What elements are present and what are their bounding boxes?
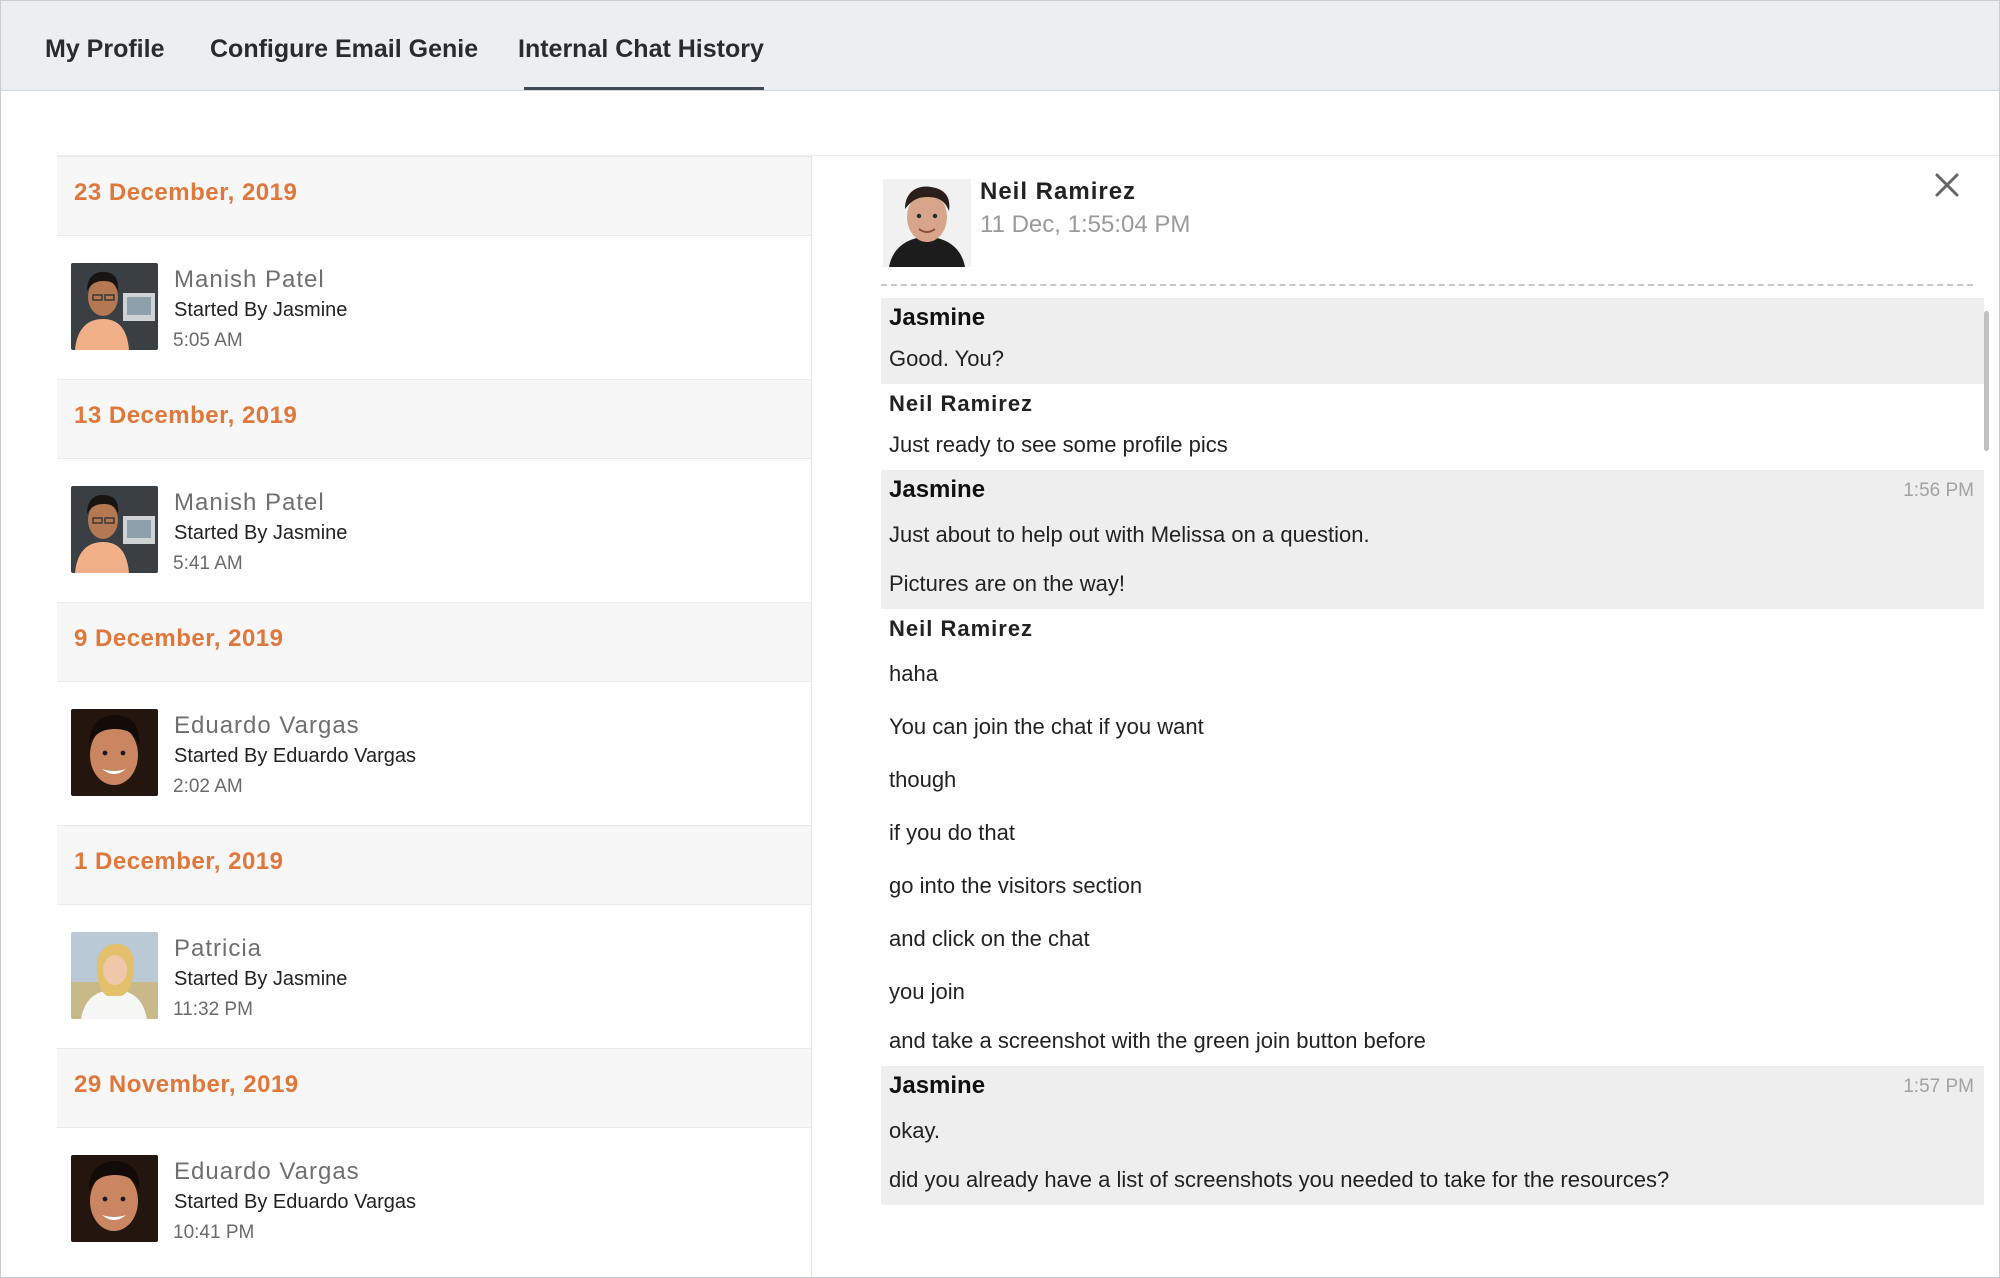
message-sender: Jasmine [889,476,986,503]
neil-avatar-image [883,179,971,267]
chat-started-by: Started By Eduardo Vargas [174,745,416,767]
message-text: if you do that [889,820,1015,845]
app-window: My Profile Configure Email Genie Interna… [0,0,2000,1278]
chat-history-item[interactable]: Patricia Started By Jasmine 11:32 PM [57,905,811,1048]
chat-started-by: Started By Eduardo Vargas [174,1191,416,1213]
message-text: okay. [889,1118,940,1143]
chat-time: 11:32 PM [173,999,253,1020]
tab-my-profile[interactable]: My Profile [45,1,164,90]
date-header: 29 November, 2019 [57,1048,811,1128]
date-label: 9 December, 2019 [74,625,284,652]
tab-bar: My Profile Configure Email Genie Interna… [1,1,1999,91]
avatar [883,179,971,267]
scrollbar-thumb[interactable] [1984,311,1989,451]
message-text: and click on the chat [889,926,1090,951]
left-gutter [1,91,57,1277]
date-label: 23 December, 2019 [74,179,298,206]
message-list: Jasmine Good. You? Neil Ramirez Just ready … [881,298,1984,1205]
tab-configure-email-genie[interactable]: Configure Email Genie [210,1,478,90]
avatar [71,709,158,796]
message-text: though [889,767,957,792]
conversation-start-time: 11 Dec, 1:55:04 PM [980,211,1191,238]
tab-internal-chat-history[interactable]: Internal Chat History [518,1,764,90]
chat-contact-name: Manish Patel [174,489,325,516]
message-text: You can join the chat if you want [889,714,1204,739]
message-sender: Jasmine [889,304,986,331]
message-group: Jasmine 1:56 PM Just about to help out wit… [881,470,1984,609]
message-group: Neil Ramirez Just ready to see some profi… [881,384,1984,470]
message-text: Pictures are on the way! [889,571,1126,596]
manish-avatar-image [71,263,158,350]
message-group: Neil Ramirez haha You can join the chat if… [881,609,1984,1066]
chat-history-item[interactable]: Eduardo Vargas Started By Eduardo Vargas 1… [57,1128,811,1271]
message-timestamp: 1:56 PM [1903,480,1974,501]
chat-contact-name: Eduardo Vargas [174,712,360,739]
message-timestamp: 1:57 PM [1903,1076,1974,1097]
chat-time: 5:05 AM [173,330,243,351]
message-sender: Jasmine [889,1072,986,1099]
message-text: and take a screenshot with the green joi… [889,1028,1426,1053]
patricia-avatar-image [71,932,158,1019]
date-header: 23 December, 2019 [57,156,811,236]
chat-started-by: Started By Jasmine [174,299,348,321]
chat-time: 10:41 PM [173,1222,255,1243]
avatar [71,1155,158,1242]
message-text: haha [889,661,938,686]
eduardo-avatar-image [71,709,158,796]
chat-contact-name: Manish Patel [174,266,325,293]
chat-history-item[interactable]: Manish Patel Started By Jasmine 5:41 AM [57,459,811,602]
chat-contact-name: Eduardo Vargas [174,1158,360,1185]
date-label: 13 December, 2019 [74,402,298,429]
close-icon [1935,173,1959,197]
date-header: 9 December, 2019 [57,602,811,682]
message-group: Jasmine Good. You? [881,298,1984,384]
message-text: you join [889,979,965,1004]
message-text: Good. You? [889,346,1005,371]
date-header: 1 December, 2019 [57,825,811,905]
chat-time: 2:02 AM [173,776,243,797]
eduardo-avatar-image [71,1155,158,1242]
message-text: Just ready to see some profile pics [889,432,1228,457]
message-text: go into the visitors section [889,873,1143,898]
chat-contact-name: Patricia [174,935,263,962]
avatar [71,932,158,1019]
header-divider [881,284,1973,286]
chat-started-by: Started By Jasmine [174,968,348,990]
message-sender: Neil Ramirez [889,391,1034,416]
toolbar-strip [57,91,1999,156]
close-button[interactable] [1930,168,1964,202]
chat-started-by: Started By Jasmine [174,522,348,544]
date-header: 13 December, 2019 [57,379,811,459]
conversation-pane: Neil Ramirez 11 Dec, 1:55:04 PM Jasmine G… [813,156,1999,1277]
avatar [71,486,158,573]
avatar [71,263,158,350]
chat-time: 5:41 AM [173,553,243,574]
message-group: Jasmine 1:57 PM okay. did you already have … [881,1066,1984,1205]
date-label: 29 November, 2019 [74,1071,299,1098]
chat-history-item[interactable]: Manish Patel Started By Jasmine 5:05 AM [57,236,811,379]
conversation-contact-name: Neil Ramirez [980,178,1137,205]
message-text: Just about to help out with Melissa on a… [889,522,1370,547]
manish-avatar-image [71,486,158,573]
chat-history-list[interactable]: 23 December, 2019 Manish Patel Started By … [57,156,812,1277]
message-text: did you already have a list of screensho… [889,1167,1670,1192]
date-label: 1 December, 2019 [74,848,284,875]
chat-history-item[interactable]: Eduardo Vargas Started By Eduardo Vargas 2… [57,682,811,825]
message-sender: Neil Ramirez [889,616,1034,641]
